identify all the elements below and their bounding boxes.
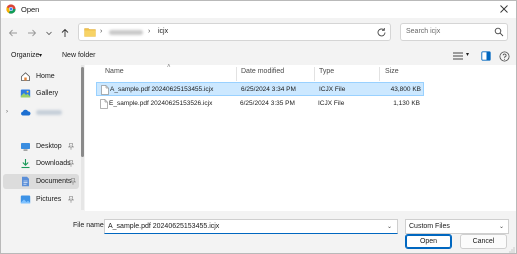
refresh-icon[interactable] [376, 27, 387, 38]
close-icon [500, 5, 508, 13]
dialog-footer: File name: A_sample.pdf 20240625153455.i… [1, 211, 516, 253]
command-bar: Organize ▾ New folder ▾ [1, 47, 516, 65]
sidebar-item-label: Desktop [36, 143, 62, 150]
file-name-input[interactable]: A_sample.pdf 20240625153455.icjx ⌄ [104, 219, 398, 234]
file-type-value: Custom Files [409, 223, 450, 230]
preview-pane-icon[interactable] [481, 51, 491, 61]
organize-button[interactable]: Organize [11, 52, 39, 59]
downloads-icon [21, 159, 30, 169]
home-icon [21, 72, 30, 81]
file-date-modified: 6/25/2024 3:34 PM [241, 86, 296, 93]
search-icon [494, 27, 504, 37]
file-name: E_sample.pdf 20240625153526.icjx [109, 100, 213, 107]
title-bar: Open [1, 1, 516, 18]
sidebar-item-gallery[interactable]: Gallery [5, 86, 77, 101]
search-placeholder: Search icjx [406, 28, 441, 35]
column-separator[interactable] [379, 67, 380, 81]
file-name: A_sample.pdf 20240625153455.icjx [110, 86, 214, 93]
column-separator[interactable] [236, 67, 237, 81]
documents-icon [22, 176, 29, 187]
back-button[interactable] [7, 27, 19, 39]
column-header-size[interactable]: Size [385, 68, 399, 75]
breadcrumb-redacted [109, 30, 143, 35]
chevron-down-icon [46, 31, 52, 36]
breadcrumb-current[interactable]: icjx [158, 28, 168, 35]
table-row[interactable]: A_sample.pdf 20240625153455.icjx 6/25/20… [96, 82, 424, 96]
sidebar-item-downloads[interactable]: Downloads [5, 156, 77, 171]
pin-icon[interactable] [68, 196, 74, 203]
arrow-left-icon [8, 29, 17, 37]
breadcrumb-separator-icon: › [148, 28, 151, 35]
chrome-icon [6, 4, 16, 14]
column-header-type[interactable]: Type [319, 68, 334, 75]
sidebar-item-desktop[interactable]: Desktop [5, 139, 77, 154]
sidebar-item-label: Gallery [36, 90, 59, 97]
arrow-right-icon [28, 29, 37, 37]
onedrive-icon [21, 109, 31, 116]
file-type-select[interactable]: Custom Files ⌄ [405, 219, 509, 234]
sidebar-item-label: Documents [36, 178, 72, 185]
sidebar-item-label: Pictures [36, 196, 62, 203]
close-button[interactable] [495, 2, 513, 16]
sidebar-scrollbar-thumb[interactable] [81, 67, 84, 157]
caret-down-icon[interactable]: ▾ [466, 51, 469, 58]
table-row[interactable]: E_sample.pdf 20240625153526.icjx 6/25/20… [96, 97, 424, 111]
search-input[interactable]: Search icjx [400, 23, 508, 41]
resize-grip-icon[interactable] [508, 246, 515, 253]
caret-down-icon: ▾ [39, 53, 43, 59]
open-file-dialog: Open › › icjx Search icjx Organize ▾ New… [0, 0, 517, 254]
sidebar-item-label: Home [36, 73, 55, 80]
sidebar-item-home[interactable]: Home [5, 69, 77, 84]
file-size: 43,800 KB [390, 86, 421, 93]
forward-button[interactable] [26, 27, 38, 39]
navigation-pane: Home Gallery › Desktop Downloads Documen… [1, 65, 81, 211]
file-icon [100, 99, 108, 109]
open-button[interactable]: Open [405, 234, 452, 249]
view-options-icon[interactable] [452, 51, 464, 61]
sidebar-item-label: Downloads [36, 160, 71, 167]
cancel-button[interactable]: Cancel [460, 234, 507, 249]
file-list: Name ˄ Date modified Type Size A_sample.… [85, 64, 516, 211]
pin-icon[interactable] [70, 178, 76, 185]
file-icon [101, 85, 109, 95]
gallery-icon [20, 89, 31, 98]
arrow-up-icon [61, 28, 69, 37]
file-size: 1,130 KB [393, 100, 420, 107]
up-button[interactable] [59, 27, 71, 39]
file-date-modified: 6/25/2024 3:35 PM [240, 100, 295, 107]
file-name-value: A_sample.pdf 20240625153455.icjx [108, 223, 220, 230]
window-title: Open [21, 5, 40, 14]
file-type: ICJX File [319, 86, 346, 93]
chevron-down-icon[interactable]: ⌄ [387, 223, 392, 230]
recent-locations-button[interactable] [43, 27, 55, 39]
column-separator[interactable] [314, 67, 315, 81]
new-folder-button[interactable]: New folder [62, 52, 95, 59]
column-header-date[interactable]: Date modified [241, 68, 284, 75]
sort-ascending-icon: ˄ [167, 64, 171, 70]
column-header-name[interactable]: Name [105, 68, 124, 75]
sidebar-item-documents[interactable]: Documents [3, 174, 79, 189]
sidebar-item-pictures[interactable]: Pictures [5, 192, 77, 207]
help-icon[interactable] [499, 51, 510, 62]
pin-icon[interactable] [68, 143, 74, 150]
sidebar-item-onedrive[interactable] [5, 105, 77, 120]
file-type: ICJX File [318, 100, 345, 107]
address-bar[interactable]: › › icjx [78, 23, 439, 41]
folder-icon [84, 28, 96, 37]
desktop-icon [21, 143, 30, 151]
chevron-down-icon: ⌄ [499, 224, 505, 230]
breadcrumb-separator-icon: › [100, 28, 103, 35]
redacted-account-name [36, 110, 62, 115]
file-name-label: File name: [73, 222, 106, 229]
pictures-icon [20, 195, 31, 204]
pin-icon[interactable] [68, 160, 74, 167]
